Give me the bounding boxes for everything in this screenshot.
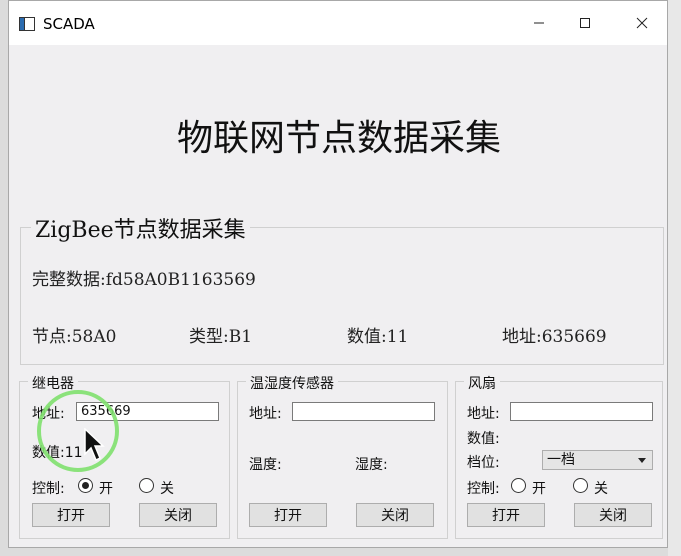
fan-close-button[interactable]: 关闭 — [574, 503, 652, 527]
zigbee-group-title: ZigBee节点数据采集 — [31, 212, 250, 244]
maximize-button[interactable] — [562, 1, 608, 45]
main-title: 物联网节点数据采集 — [176, 118, 501, 159]
th-address-input[interactable] — [292, 402, 435, 421]
click-highlight-ring — [37, 390, 119, 472]
fan-off-label: 关 — [594, 481, 608, 497]
th-close-button[interactable]: 关闭 — [356, 503, 434, 527]
relay-control-label: 控制: — [32, 481, 65, 497]
fan-address-input[interactable] — [510, 402, 653, 421]
fan-on-label: 开 — [532, 481, 546, 497]
th-address-label: 地址: — [249, 406, 282, 422]
fan-group: 风扇 地址: 数值: 档位: 一档 控制: 开 关 打开 关闭 — [455, 373, 663, 539]
app-icon — [19, 16, 35, 31]
title-bar: SCADA — [9, 1, 667, 45]
minimize-button[interactable] — [516, 1, 562, 45]
type-text: 类型:B1 — [189, 327, 253, 347]
node-text: 节点:58A0 — [32, 327, 117, 347]
fan-group-title: 风扇 — [464, 373, 500, 393]
fan-gear-selected: 一档 — [547, 452, 575, 468]
close-button[interactable] — [619, 1, 665, 45]
fan-gear-label: 档位: — [467, 455, 500, 471]
relay-on-radio[interactable] — [78, 478, 93, 493]
fan-value-label: 数值: — [467, 431, 500, 447]
th-sensor-group: 温湿度传感器 地址: 温度: 湿度: 打开 关闭 — [237, 373, 448, 539]
temperature-label: 温度: — [249, 457, 282, 473]
relay-on-label: 开 — [99, 481, 113, 497]
address-text: 地址:635669 — [502, 327, 607, 347]
close-icon — [636, 17, 648, 29]
fan-address-label: 地址: — [467, 406, 500, 422]
fan-open-button[interactable]: 打开 — [467, 503, 545, 527]
relay-close-button[interactable]: 关闭 — [139, 503, 217, 527]
relay-off-label: 关 — [160, 481, 174, 497]
window-title: SCADA — [43, 15, 95, 33]
full-data-text: 完整数据:fd58A0B1163569 — [32, 270, 256, 290]
maximize-icon — [580, 18, 590, 28]
value-text: 数值:11 — [347, 327, 409, 347]
th-open-button[interactable]: 打开 — [249, 503, 327, 527]
fan-gear-select[interactable]: 一档 — [542, 450, 653, 470]
humidity-label: 湿度: — [355, 457, 388, 473]
relay-off-radio[interactable] — [139, 478, 154, 493]
mouse-cursor-icon — [84, 428, 105, 462]
background-window-edge — [668, 0, 681, 556]
minimize-icon — [534, 22, 544, 24]
zigbee-group: ZigBee节点数据采集 完整数据:fd58A0B1163569 节点:58A0… — [20, 212, 664, 365]
fan-control-label: 控制: — [467, 481, 500, 497]
fan-on-radio[interactable] — [511, 478, 526, 493]
chevron-down-icon — [638, 458, 646, 463]
scada-window: SCADA 物联网节点数据采集 ZigBee节点数据采集 完整数据:fd58A0… — [8, 0, 668, 548]
th-group-title: 温湿度传感器 — [246, 373, 338, 393]
fan-off-radio[interactable] — [573, 478, 588, 493]
relay-open-button[interactable]: 打开 — [32, 503, 110, 527]
